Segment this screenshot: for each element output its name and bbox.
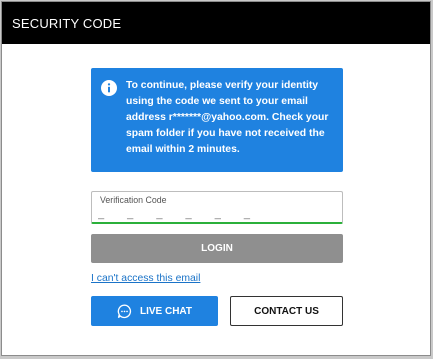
- cant-access-email-link[interactable]: I can't access this email: [91, 273, 200, 284]
- security-code-dialog: SECURITY CODE To continue, please verify…: [1, 1, 431, 356]
- live-chat-button[interactable]: LIVE CHAT: [91, 296, 218, 326]
- notice-text: To continue, please verify your identity…: [126, 80, 329, 155]
- live-chat-label: LIVE CHAT: [139, 305, 193, 317]
- dialog-header: SECURITY CODE: [2, 2, 430, 44]
- info-notice: To continue, please verify your identity…: [91, 68, 343, 172]
- dialog-title: SECURITY CODE: [12, 15, 122, 31]
- verification-code-input[interactable]: [98, 206, 334, 221]
- info-icon: [101, 80, 117, 96]
- login-button[interactable]: LOGIN: [91, 234, 343, 263]
- chat-bubble-icon: [117, 303, 132, 318]
- verification-code-field[interactable]: Verification Code: [91, 191, 343, 224]
- contact-us-button[interactable]: CONTACT US: [230, 296, 343, 326]
- verification-code-label: Verification Code: [100, 195, 167, 205]
